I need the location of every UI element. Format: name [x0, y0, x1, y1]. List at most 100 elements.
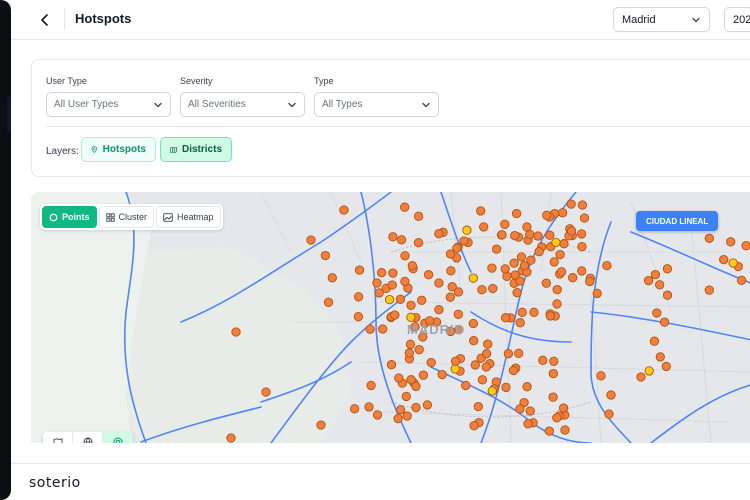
hotspot-marker[interactable] [551, 237, 561, 248]
hotspot-marker[interactable] [577, 266, 587, 276]
hotspot-marker[interactable] [384, 294, 395, 305]
hotspot-marker[interactable] [450, 364, 460, 374]
hotspot-marker[interactable] [320, 250, 331, 261]
hotspot-marker[interactable] [512, 288, 522, 298]
hotspots-map[interactable]: MADRID CIUDAD LINEAL Points Cluster Heat… [31, 192, 750, 443]
hotspot-marker[interactable] [568, 273, 578, 283]
sidebar-collapse-handle[interactable] [7, 96, 11, 132]
hotspot-marker[interactable] [517, 307, 527, 317]
hotspot-marker[interactable] [468, 273, 478, 283]
hotspot-marker[interactable] [434, 278, 444, 288]
hotspot-marker[interactable] [414, 344, 424, 355]
hotspot-marker[interactable] [364, 402, 374, 412]
hotspot-marker[interactable] [387, 280, 397, 290]
hotspot-marker[interactable] [395, 294, 406, 304]
hotspot-marker[interactable] [445, 249, 456, 259]
hotspot-marker[interactable] [386, 360, 397, 370]
hotspot-marker[interactable] [545, 311, 555, 321]
hotspot-marker[interactable] [487, 263, 497, 273]
year-select[interactable]: 2024 [724, 7, 750, 32]
hotspot-marker[interactable] [469, 336, 479, 346]
hotspot-marker[interactable] [406, 300, 416, 310]
globe-style-button[interactable] [73, 432, 103, 443]
hotspot-marker[interactable] [473, 401, 483, 412]
hotspot-marker[interactable] [592, 288, 602, 299]
back-button[interactable] [35, 10, 55, 30]
hotspot-marker[interactable] [555, 249, 565, 260]
hotspot-marker[interactable] [231, 327, 241, 337]
hotspot-marker[interactable] [719, 254, 729, 265]
hotspot-marker[interactable] [226, 433, 236, 443]
hotspot-marker[interactable] [514, 348, 524, 358]
hotspot-marker[interactable] [529, 307, 539, 317]
hotspot-marker[interactable] [509, 258, 519, 268]
hotspot-marker[interactable] [411, 381, 421, 392]
hotspot-marker[interactable] [461, 380, 471, 391]
hotspot-marker[interactable] [556, 267, 567, 277]
hotspot-marker[interactable] [662, 264, 673, 274]
hotspot-marker[interactable] [552, 413, 562, 423]
hotspot-marker[interactable] [704, 285, 714, 295]
hotspot-marker[interactable] [462, 225, 472, 235]
hotspot-marker[interactable] [585, 276, 595, 287]
hotspot-marker[interactable] [395, 405, 406, 415]
hotspot-marker[interactable] [649, 336, 660, 346]
hotspot-marker[interactable] [726, 237, 736, 247]
hotspot-marker[interactable] [511, 208, 522, 219]
hotspot-marker[interactable] [437, 369, 447, 380]
severity-select[interactable]: All Severities [180, 92, 305, 117]
hotspot-marker[interactable] [576, 229, 587, 239]
hotspot-marker[interactable] [545, 230, 555, 240]
hotspot-marker[interactable] [405, 339, 416, 349]
hotspot-marker[interactable] [376, 268, 387, 278]
hotspot-marker[interactable] [476, 206, 486, 216]
hotspot-marker[interactable] [390, 310, 400, 320]
hotspot-marker[interactable] [579, 213, 590, 223]
hotspot-marker[interactable] [655, 280, 665, 290]
hotspot-marker[interactable] [261, 387, 271, 397]
hotspot-marker[interactable] [515, 318, 525, 328]
hotspot-marker[interactable] [636, 372, 646, 382]
hotspot-marker[interactable] [400, 276, 410, 287]
hotspot-marker[interactable] [522, 382, 532, 392]
hotspot-marker[interactable] [481, 349, 492, 359]
hotspot-marker[interactable] [604, 409, 614, 419]
hotspot-marker[interactable] [323, 297, 334, 307]
hotspot-marker[interactable] [549, 257, 559, 267]
hotspot-marker[interactable] [400, 202, 410, 212]
hotspot-marker[interactable] [560, 425, 570, 435]
hotspot-marker[interactable] [417, 295, 427, 305]
hotspot-marker[interactable] [566, 226, 577, 236]
hotspot-marker[interactable] [497, 230, 507, 240]
hotspot-marker[interactable] [353, 292, 364, 302]
hotspot-marker[interactable] [516, 252, 527, 262]
hotspot-marker[interactable] [339, 205, 349, 215]
hotspot-marker[interactable] [406, 312, 416, 322]
hotspot-marker[interactable] [500, 313, 511, 323]
hotspot-marker[interactable] [549, 356, 559, 366]
hotspot-marker[interactable] [366, 380, 376, 391]
hotspot-marker[interactable] [479, 222, 489, 232]
hotspot-marker[interactable] [728, 258, 738, 268]
user-type-select[interactable]: All User Types [46, 92, 171, 117]
hotspot-marker[interactable] [525, 406, 535, 416]
hotspot-marker[interactable] [394, 373, 404, 383]
hotspot-marker[interactable] [602, 260, 612, 271]
hotspot-marker[interactable] [407, 261, 417, 271]
hotspot-marker[interactable] [423, 270, 434, 280]
hotspot-marker[interactable] [316, 420, 326, 430]
hotspot-marker[interactable] [741, 241, 750, 251]
hotspot-marker[interactable] [596, 371, 606, 381]
hotspot-marker[interactable] [434, 305, 444, 315]
hotspot-marker[interactable] [481, 362, 491, 372]
hotspot-marker[interactable] [736, 275, 747, 285]
hotspot-marker[interactable] [515, 404, 525, 414]
satellite-style-button[interactable] [103, 432, 133, 443]
hotspot-marker[interactable] [577, 200, 588, 210]
hotspot-marker[interactable] [541, 278, 551, 288]
hotspot-marker[interactable] [372, 278, 382, 288]
hotspot-marker[interactable] [542, 210, 552, 220]
hotspot-marker[interactable] [566, 199, 576, 209]
hotspot-marker[interactable] [488, 283, 498, 294]
hotspot-marker[interactable] [523, 419, 533, 429]
